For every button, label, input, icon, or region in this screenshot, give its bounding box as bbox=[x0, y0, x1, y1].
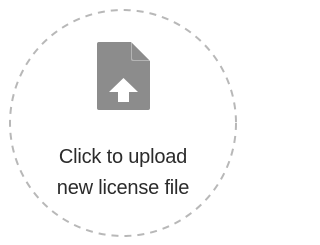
license-upload-dropzone[interactable]: Click to upload new license file bbox=[8, 8, 238, 238]
upload-label-line2: new license file bbox=[56, 177, 190, 199]
file-upload-icon bbox=[97, 42, 150, 110]
upload-label-line1: Click to upload bbox=[58, 146, 188, 168]
